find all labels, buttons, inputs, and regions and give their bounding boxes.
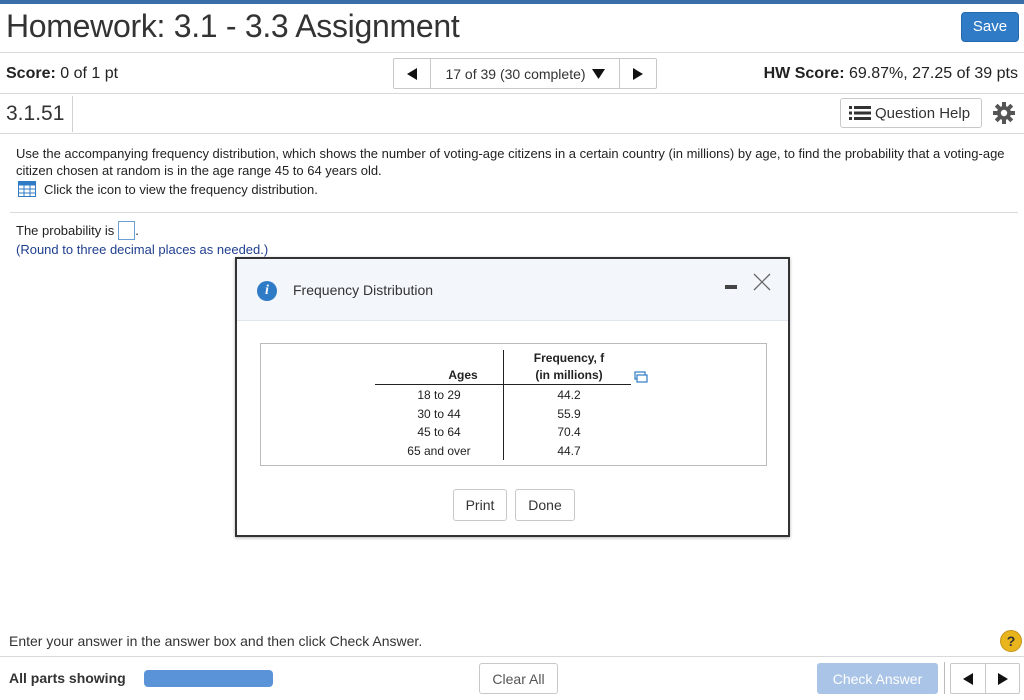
previous-question-button[interactable] xyxy=(394,59,430,88)
help-question-icon[interactable]: ? xyxy=(1000,630,1022,652)
table-cell-frequency: 44.2 xyxy=(557,388,581,402)
hw-score-label: HW Score: xyxy=(763,65,845,82)
minimize-button[interactable] xyxy=(725,285,737,289)
hw-score-display: HW Score: 69.87%, 27.25 of 39 pts xyxy=(764,65,1018,83)
arrow-left-icon xyxy=(407,67,417,80)
divider xyxy=(0,93,1024,94)
question-prompt: Use the accompanying frequency distribut… xyxy=(16,146,1005,178)
divider xyxy=(944,662,945,694)
question-select-dropdown[interactable]: 17 of 39 (30 complete) xyxy=(430,59,620,88)
save-button[interactable]: Save xyxy=(961,12,1019,42)
rounding-note: (Round to three decimal places as needed… xyxy=(16,242,269,257)
icon-instruction-text: Click the icon to view the frequency dis… xyxy=(44,181,318,197)
table-icon[interactable] xyxy=(18,181,36,197)
score-label: Score: xyxy=(6,65,56,82)
table-cell-age: 30 to 44 xyxy=(417,407,461,421)
table-cell-frequency: 55.9 xyxy=(557,407,581,421)
table-cell-age: 45 to 64 xyxy=(417,425,461,439)
arrow-right-icon xyxy=(997,672,1008,685)
frequency-header-line2: (in millions) xyxy=(535,368,603,382)
bottom-navigator xyxy=(950,663,1020,694)
divider xyxy=(10,212,1018,213)
table-cell-age: 65 and over xyxy=(407,444,471,458)
dialog-title: Frequency Distribution xyxy=(293,282,434,298)
question-help-button[interactable]: Question Help xyxy=(840,98,982,128)
previous-button[interactable] xyxy=(951,664,985,693)
table-cell-age: 18 to 29 xyxy=(417,388,461,402)
frequency-distribution-link: Click the icon to view the frequency dis… xyxy=(18,181,318,197)
frequency-distribution-dialog: i Frequency Distribution Ages Frequency,… xyxy=(235,257,790,537)
question-navigator: 17 of 39 (30 complete) xyxy=(393,58,657,89)
clear-all-button[interactable]: Clear All xyxy=(479,663,558,694)
divider xyxy=(0,52,1024,53)
list-icon xyxy=(849,106,871,120)
column-header-frequency: Frequency, f (in millions) xyxy=(507,350,631,384)
score-value: 0 of 1 pt xyxy=(55,65,119,82)
frequency-header-line1: Frequency, f xyxy=(533,351,605,365)
gear-icon[interactable] xyxy=(992,101,1016,125)
answer-input[interactable] xyxy=(118,221,136,240)
check-answer-button[interactable]: Check Answer xyxy=(817,663,938,694)
divider xyxy=(0,656,1024,657)
answer-row: The probability is . xyxy=(16,221,139,240)
page-title: Homework: 3.1 - 3.3 Assignment xyxy=(6,8,460,44)
copy-to-clipboard-icon[interactable] xyxy=(634,371,648,383)
question-number: 3.1.51 xyxy=(6,102,65,125)
score-display: Score: 0 of 1 pt xyxy=(6,65,118,83)
next-question-button[interactable] xyxy=(620,59,656,88)
answer-suffix: . xyxy=(135,223,139,238)
question-help-label: Question Help xyxy=(875,104,971,122)
table-cell-frequency: 70.4 xyxy=(557,425,581,439)
answer-prefix: The probability is xyxy=(16,223,115,238)
info-icon: i xyxy=(257,281,277,301)
parts-progress-bar xyxy=(144,670,273,687)
dialog-header: i Frequency Distribution xyxy=(237,259,788,321)
print-button[interactable]: Print xyxy=(453,489,507,521)
frequency-table: Ages Frequency, f (in millions) 18 to 29… xyxy=(260,343,767,466)
table-cell-frequency: 44.7 xyxy=(557,444,581,458)
question-progress-label: 17 of 39 (30 complete) xyxy=(445,65,586,82)
arrow-right-icon xyxy=(633,67,643,80)
all-parts-label: All parts showing xyxy=(9,670,126,686)
done-button[interactable]: Done xyxy=(515,489,575,521)
divider xyxy=(72,96,73,132)
top-accent-stripe xyxy=(0,0,1024,4)
divider xyxy=(0,133,1024,134)
close-icon[interactable] xyxy=(751,271,773,293)
footer-instruction: Enter your answer in the answer box and … xyxy=(9,633,423,649)
column-header-ages: Ages xyxy=(448,368,478,382)
table-column-rule xyxy=(503,350,504,460)
next-button[interactable] xyxy=(985,664,1019,693)
arrow-left-icon xyxy=(963,672,973,685)
caret-down-icon xyxy=(591,68,605,79)
hw-score-value: 69.87%, 27.25 of 39 pts xyxy=(844,65,1018,82)
